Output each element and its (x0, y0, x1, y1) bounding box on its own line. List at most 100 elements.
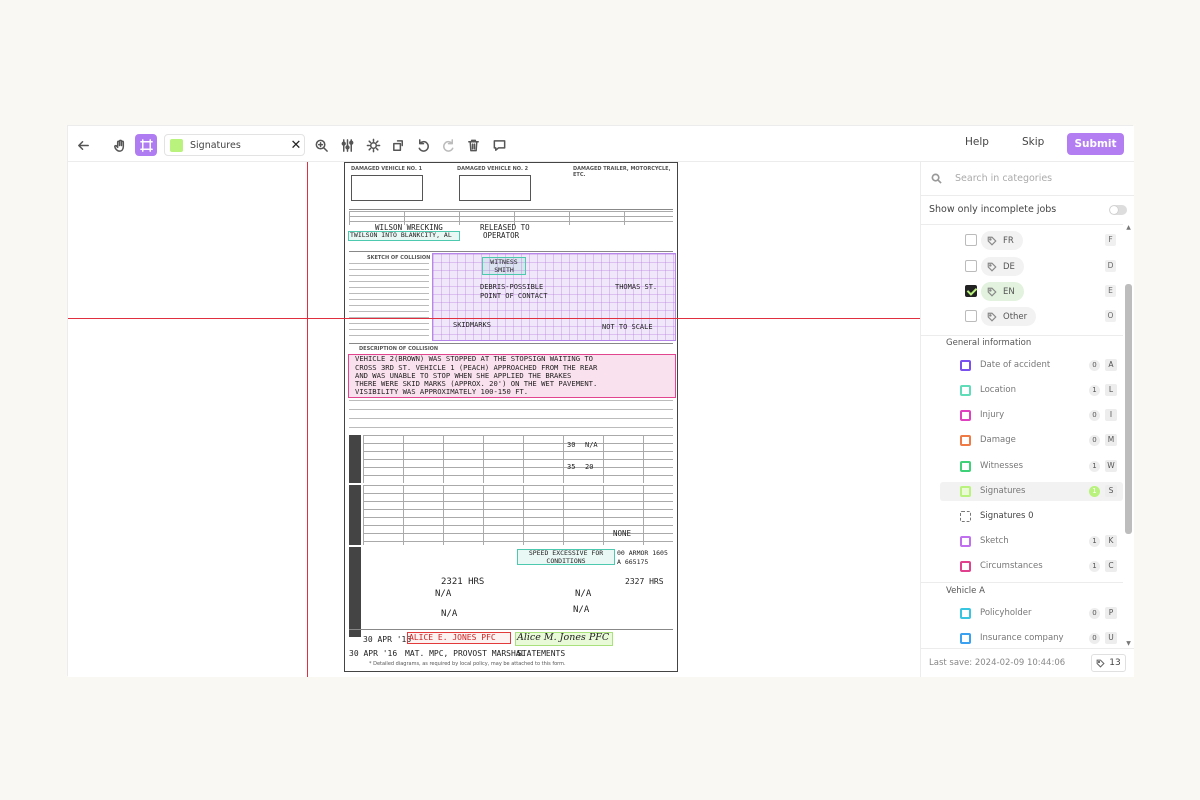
language-pill: FR (981, 231, 1023, 250)
language-option-en[interactable]: EN E (965, 282, 1123, 301)
skip-button[interactable]: Skip (1022, 136, 1044, 148)
checkbox-checked[interactable] (965, 285, 977, 297)
accident-report-page: DAMAGED VEHICLE NO. 1 DAMAGED VEHICLE NO… (344, 162, 678, 672)
speed-value-1: 30 (567, 441, 576, 449)
sketch-scale: NOT TO SCALE (602, 323, 653, 331)
bounding-box-icon (960, 461, 971, 472)
na-3: N/A (441, 609, 458, 619)
toggle-label: Show only incomplete jobs (929, 204, 1057, 215)
category-circumstances[interactable]: Circumstances 1 C (940, 557, 1123, 576)
hand-pan-icon[interactable] (109, 134, 131, 156)
tag-count-button[interactable]: 13 (1091, 654, 1126, 672)
date-2: 30 APR '16 (349, 649, 398, 658)
group-title-general: General information (946, 338, 1032, 348)
divider (921, 335, 1123, 336)
divider (349, 629, 673, 630)
category-signatures[interactable]: Signatures 1 S (940, 482, 1123, 501)
shortcut-key: K (1105, 535, 1117, 547)
incomplete-toggle[interactable] (1109, 205, 1127, 215)
search-input[interactable] (955, 173, 1115, 184)
language-option-de[interactable]: DE D (965, 257, 1123, 276)
annotation-count: 1 (1089, 536, 1100, 547)
category-name: Location (980, 385, 1016, 395)
tag-icon (987, 262, 997, 272)
category-name: Policyholder (980, 608, 1032, 618)
language-label: Other (1003, 311, 1028, 322)
rotate-page-icon[interactable] (387, 134, 409, 156)
category-policyholder[interactable]: Policyholder 0 P (940, 604, 1123, 623)
scroll-up-icon[interactable]: ▲ (1125, 224, 1132, 232)
shortcut-key: W (1105, 460, 1117, 472)
sketch-debris: DEBRIS-POSSIBLE POINT OF CONTACT (480, 283, 548, 300)
towed-location: TWILSON INTO BLANKCITY, AL (350, 231, 452, 239)
category-witnesses[interactable]: Witnesses 1 W (940, 457, 1123, 476)
na-4: N/A (573, 605, 590, 615)
speed-note: SPEED EXCESSIVE FOR CONDITIONS (528, 549, 604, 565)
scroll-down-icon[interactable]: ▼ (1125, 640, 1132, 648)
bounding-box-icon (960, 410, 971, 421)
language-label: FR (1003, 235, 1014, 246)
checkbox[interactable] (965, 234, 977, 246)
annotation-app: Signatures ✕ Help Skip Submit DAMAGED VE… (67, 125, 1134, 677)
zoom-in-icon[interactable] (310, 134, 332, 156)
side-label (349, 435, 361, 483)
adjustments-icon[interactable] (336, 134, 358, 156)
category-sketch[interactable]: Sketch 1 K (940, 532, 1123, 551)
shortcut-key: D (1105, 260, 1116, 272)
language-option-other[interactable]: Other O (965, 307, 1123, 326)
undo-icon[interactable] (412, 134, 434, 156)
description-line-5: VISIBILITY WAS APPROXIMATELY 100-150 FT. (355, 387, 529, 396)
category-damage[interactable]: Damage 0 M (940, 431, 1123, 450)
tag-count-value: 13 (1109, 658, 1121, 668)
shortcut-key: L (1105, 384, 1117, 396)
bounding-box-icon (960, 511, 971, 522)
annotation-item-signatures-0[interactable]: Signatures 0 (940, 507, 1123, 526)
clear-category-icon[interactable]: ✕ (288, 138, 304, 153)
driver-actions-table (363, 435, 673, 483)
back-icon[interactable] (72, 134, 94, 156)
category-insurance-company[interactable]: Insurance company 0 U (940, 629, 1123, 648)
crosshair-vertical (307, 162, 308, 677)
divider (349, 343, 673, 344)
scroll-thumb[interactable] (1125, 284, 1132, 534)
brightness-icon[interactable] (362, 134, 384, 156)
speed-value-4: 20 (585, 463, 594, 471)
bounding-box-icon (960, 385, 971, 396)
submit-button[interactable]: Submit (1067, 133, 1124, 155)
side-label (349, 547, 361, 637)
bounding-box-icon (960, 561, 971, 572)
bounding-box-icon (960, 435, 971, 446)
category-color-swatch (170, 138, 183, 152)
shortcut-key: I (1105, 409, 1117, 421)
language-option-fr[interactable]: FR F (965, 231, 1123, 250)
category-name: Date of accident (980, 360, 1051, 370)
redo-icon[interactable] (437, 134, 459, 156)
tag-icon (987, 287, 997, 297)
annotation-count: 0 (1089, 435, 1100, 446)
description-label: DESCRIPTION OF COLLISION (359, 346, 439, 352)
category-name: Sketch (980, 536, 1009, 546)
comment-icon[interactable] (488, 134, 510, 156)
divider (349, 209, 673, 210)
group-title-vehicle-a: Vehicle A (946, 586, 985, 596)
unit: MAT. MPC, PROVOST MARSHAL (405, 649, 526, 658)
bounding-box-tool-icon[interactable] (135, 134, 157, 156)
category-date-of-accident[interactable]: Date of accident 0 A (940, 356, 1123, 375)
delete-icon[interactable] (462, 134, 484, 156)
vehicle1-diagram (351, 175, 423, 201)
bounding-box-icon (960, 633, 971, 644)
incomplete-filter: Show only incomplete jobs (929, 202, 1127, 218)
document-canvas[interactable]: DAMAGED VEHICLE NO. 1 DAMAGED VEHICLE NO… (68, 162, 920, 677)
vehicle2-header: DAMAGED VEHICLE NO. 2 (457, 166, 529, 172)
category-scrollbar[interactable]: ▲ ▼ (1125, 224, 1132, 648)
divider (349, 251, 673, 252)
tag-icon (987, 312, 997, 322)
checkbox[interactable] (965, 310, 977, 322)
category-injury[interactable]: Injury 0 I (940, 406, 1123, 425)
checkbox[interactable] (965, 260, 977, 272)
help-button[interactable]: Help (965, 136, 989, 148)
category-select[interactable]: Signatures ✕ (164, 134, 305, 156)
category-location[interactable]: Location 1 L (940, 381, 1123, 400)
annotation-count: 0 (1089, 633, 1100, 644)
annotation-count: 1 (1089, 461, 1100, 472)
